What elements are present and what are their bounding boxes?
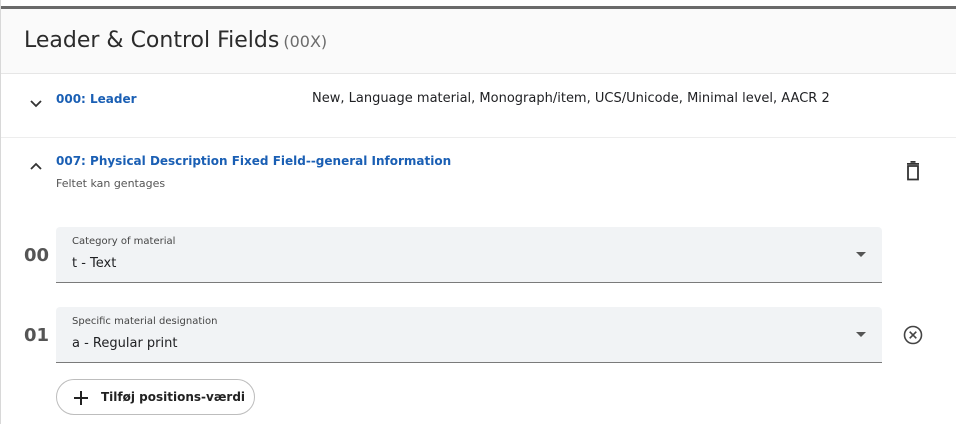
category-of-material-select[interactable]: Category of material t - Text	[56, 227, 882, 283]
chevron-up-icon[interactable]	[29, 159, 43, 173]
dropdown-arrow-icon[interactable]	[856, 252, 866, 257]
field-007-repeatable-note: Feltet kan gentages	[56, 177, 166, 190]
select-label: Specific material designation	[72, 316, 218, 327]
leader-tag-link[interactable]: 000: Leader	[56, 92, 137, 106]
position-number-00: 00	[24, 245, 50, 266]
section-code: (00X)	[283, 32, 328, 51]
chevron-down-icon[interactable]	[29, 97, 43, 111]
section-title: Leader & Control Fields (00X)	[24, 28, 327, 53]
section-header: Leader & Control Fields (00X)	[1, 9, 956, 74]
section-title-text: Leader & Control Fields	[24, 28, 280, 53]
plus-icon	[74, 390, 88, 405]
field-007-tag-link[interactable]: 007: Physical Description Fixed Field--g…	[56, 154, 451, 168]
trash-icon[interactable]	[903, 160, 923, 182]
dropdown-arrow-icon[interactable]	[856, 332, 866, 337]
add-position-value-label: Tilføj positions-værdi	[101, 390, 246, 404]
leader-value: New, Language material, Monograph/item, …	[312, 91, 830, 106]
marc-editor-panel: Leader & Control Fields (00X) 000: Leader…	[0, 0, 956, 424]
select-value: a - Regular print	[72, 336, 178, 351]
specific-material-designation-select[interactable]: Specific material designation a - Regula…	[56, 307, 882, 363]
select-label: Category of material	[72, 236, 176, 247]
position-number-01: 01	[24, 325, 50, 346]
add-position-value-button[interactable]: Tilføj positions-værdi	[56, 379, 255, 415]
leader-row: 000: Leader New, Language material, Mono…	[1, 75, 956, 138]
select-value: t - Text	[72, 256, 117, 271]
circle-x-icon[interactable]	[903, 325, 923, 345]
